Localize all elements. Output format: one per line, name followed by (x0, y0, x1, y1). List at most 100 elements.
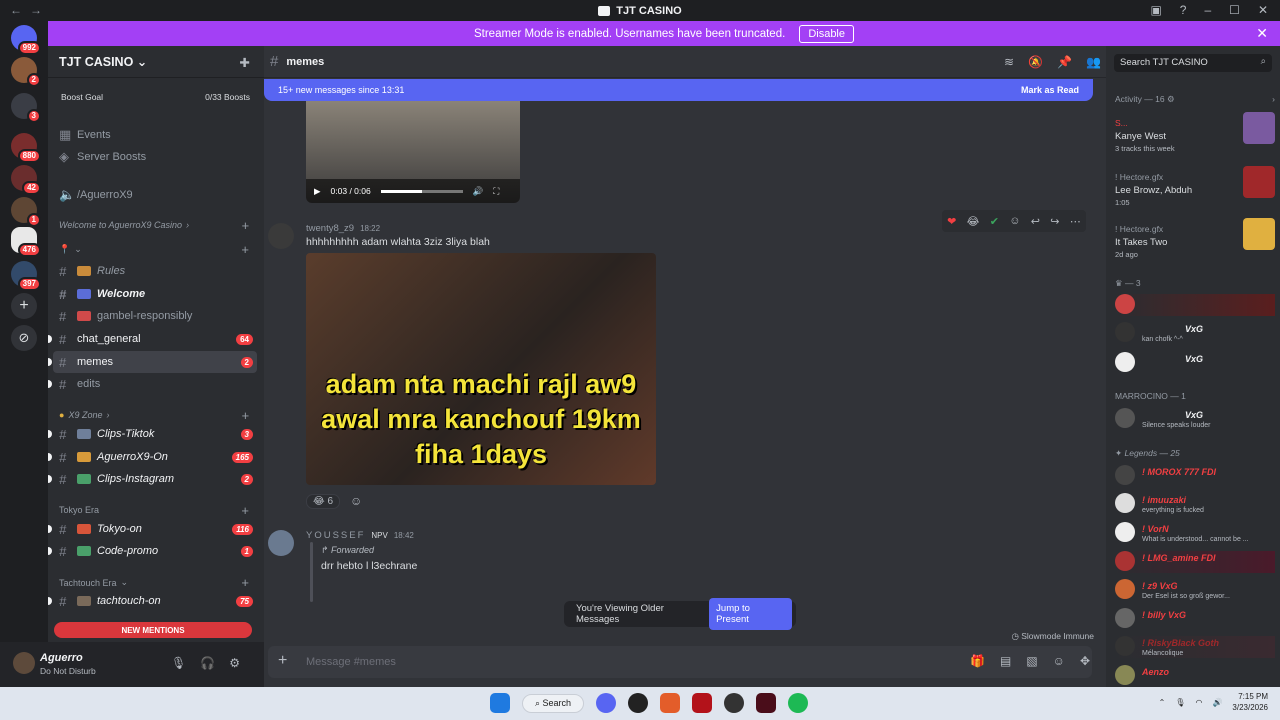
channel-memes[interactable]: # memes 2 (48, 351, 257, 373)
category-tokyo-era[interactable]: Tokyo Era + (59, 503, 249, 518)
check-reaction-icon[interactable]: ✔ (990, 215, 999, 228)
gift-icon[interactable]: 🎁 (970, 654, 985, 668)
avatar[interactable] (13, 652, 35, 674)
category-x9-zone[interactable]: ● X9 Zone › + (59, 408, 249, 423)
more-icon[interactable]: ⋯ (1070, 215, 1081, 228)
member-item[interactable] (1115, 294, 1275, 316)
fullscreen-icon[interactable]: ⛶ (493, 186, 499, 197)
microphone-icon[interactable]: 🎙 (171, 656, 186, 670)
member-item[interactable]: VxG kan chofk ^-^ (1115, 322, 1275, 344)
events-item[interactable]: ▦ Events (53, 124, 257, 146)
invite-icon[interactable]: ✚ (240, 55, 250, 70)
category-welcome[interactable]: Welcome to AguerroX9 Casino › + (59, 218, 249, 233)
acrobat-app-icon[interactable] (692, 693, 713, 713)
pin-icon[interactable]: 📌 (1057, 55, 1072, 69)
close-window-button[interactable]: ✕ (1258, 3, 1268, 17)
add-reaction-icon[interactable]: ☺ (1009, 215, 1020, 227)
new-mentions-button[interactable]: NEW MENTIONS (54, 622, 252, 638)
channel-welcome[interactable]: # Welcome (53, 283, 257, 305)
headphones-icon[interactable]: 🎧 (200, 656, 215, 670)
gif-icon[interactable]: ▤ (1000, 654, 1011, 668)
new-messages-bar[interactable]: 15+ new messages since 13:31 Mark as Read (264, 79, 1093, 101)
emoji-icon[interactable]: ☺ (1053, 654, 1065, 668)
threads-icon[interactable]: ≋ (1004, 55, 1014, 69)
add-channel-icon[interactable]: + (241, 575, 249, 590)
minimize-button[interactable]: – (1204, 3, 1211, 17)
maximize-button[interactable]: ☐ (1229, 3, 1240, 17)
reaction-chip[interactable]: 😂 6 (306, 493, 341, 509)
video-progress[interactable] (380, 189, 463, 193)
clock[interactable]: 7:15 PM 3/23/2026 (1232, 691, 1268, 713)
guild-icon[interactable]: 2 (11, 57, 41, 87)
add-channel-icon[interactable]: + (241, 408, 249, 423)
voice-channel[interactable]: 🔈/AguerroX9 (53, 184, 257, 206)
brave-app-icon[interactable] (660, 693, 681, 713)
start-icon[interactable] (490, 693, 510, 713)
browser-app-icon[interactable] (628, 693, 649, 713)
member-item[interactable]: Aenzo (1115, 665, 1275, 687)
apps-icon[interactable]: ✥ (1080, 654, 1090, 668)
heart-reaction-icon[interactable]: ❤ (947, 215, 956, 228)
gear-icon[interactable]: ⚙ (229, 656, 240, 670)
category-unnamed[interactable]: 📍 ⌄ + (59, 242, 249, 257)
member-item[interactable]: ! LMG_amine FDI (1115, 551, 1275, 573)
member-item[interactable]: VxG (1115, 352, 1275, 374)
discord-app-icon[interactable] (596, 693, 617, 713)
guild-icon[interactable]: 880 (11, 133, 41, 163)
member-item[interactable]: ! imuuzaki everything is fucked (1115, 493, 1275, 515)
forward-icon[interactable]: ↪ (1050, 215, 1059, 228)
member-item[interactable]: ! VorN What is understood... cannot be ..… (1115, 522, 1275, 544)
activity-card[interactable]: ! Hectore.gfx Lee Browz, Abduh 1:05 (1115, 166, 1275, 207)
laugh-reaction-icon[interactable]: 😂 (967, 215, 980, 228)
app-icon[interactable] (724, 693, 745, 713)
app-icon[interactable] (756, 693, 777, 713)
guild-icon[interactable]: 3 (11, 93, 41, 123)
mark-as-read-button[interactable]: Mark as Read (1021, 85, 1079, 95)
image-attachment[interactable]: adam nta machi rajl aw9 awal mra kanchou… (306, 253, 656, 485)
play-icon[interactable]: ▶ (314, 186, 321, 197)
jump-to-present-button[interactable]: Jump to Present (709, 598, 792, 630)
avatar[interactable] (268, 530, 294, 556)
server-boosts-item[interactable]: ◈ Server Boosts (53, 146, 257, 168)
attach-icon[interactable]: + (278, 652, 287, 670)
channel-aguerrox9-on[interactable]: # AguerroX9-On 165 (48, 446, 257, 468)
discover-icon[interactable]: ⊘ (11, 325, 37, 351)
mic-tray-icon[interactable]: 🎙 (1175, 698, 1185, 707)
guild-icon[interactable]: 1 (11, 197, 41, 227)
reply-icon[interactable]: ↩ (1031, 215, 1040, 228)
banner-close-icon[interactable]: ✕ (1256, 25, 1268, 42)
guild-icon-active[interactable]: 476 (11, 227, 41, 257)
channel-code-promo[interactable]: # Code-promo 1 (48, 540, 257, 562)
notification-bell-icon[interactable]: 🔕 (1028, 55, 1043, 69)
activity-card[interactable]: ! Hectore.gfx It Takes Two 2d ago (1115, 218, 1275, 259)
member-item[interactable]: VxG Silence speaks louder (1115, 408, 1275, 430)
member-item[interactable]: ! MOROX 777 FDI (1115, 465, 1275, 487)
add-channel-icon[interactable]: + (241, 503, 249, 518)
channel-edits[interactable]: # edits (48, 373, 257, 395)
channel-chat-general[interactable]: # chat_general 64 (48, 328, 257, 350)
channel-rules[interactable]: # Rules (53, 260, 257, 282)
boost-goal[interactable]: Boost Goal 0/33 Boosts (48, 78, 264, 112)
member-item[interactable]: ! z9 VxG Der Esel ist so groß gewor... (1115, 579, 1275, 601)
add-server-icon[interactable]: + (11, 293, 37, 319)
member-item[interactable]: ! RiskyBlack Goth Mélancolique (1115, 636, 1275, 658)
server-header[interactable]: TJT CASINO ⌄ ✚ (48, 46, 264, 78)
message-author[interactable]: YOUSSEF (306, 530, 365, 541)
message-author[interactable]: twenty8_z9 (306, 223, 354, 234)
guild-dm-home[interactable]: 992 (11, 25, 41, 55)
inbox-icon[interactable]: ▣ (1150, 3, 1161, 17)
add-channel-icon[interactable]: + (241, 242, 249, 257)
guild-icon[interactable]: 397 (11, 261, 41, 291)
video-attachment[interactable]: ▶ 0:03 / 0:06 🔊 ⛶ (306, 101, 520, 203)
help-icon[interactable]: ? (1180, 3, 1187, 17)
guild-icon[interactable]: 42 (11, 165, 41, 195)
member-item[interactable]: ! billy VxG (1115, 608, 1275, 630)
activity-header[interactable]: Activity — 16 ⚙ › (1115, 94, 1275, 105)
add-reaction-icon[interactable]: ☺ (350, 494, 362, 508)
category-tachtouch-era[interactable]: Tachtouch Era ⌄ + (59, 575, 249, 590)
avatar[interactable] (268, 223, 294, 249)
volume-icon[interactable]: 🔊 (473, 186, 484, 197)
members-icon[interactable]: 👥 (1086, 55, 1101, 69)
volume-tray-icon[interactable]: 🔊 (1212, 698, 1222, 707)
channel-tokyo-on[interactable]: # Tokyo-on 116 (48, 518, 257, 540)
